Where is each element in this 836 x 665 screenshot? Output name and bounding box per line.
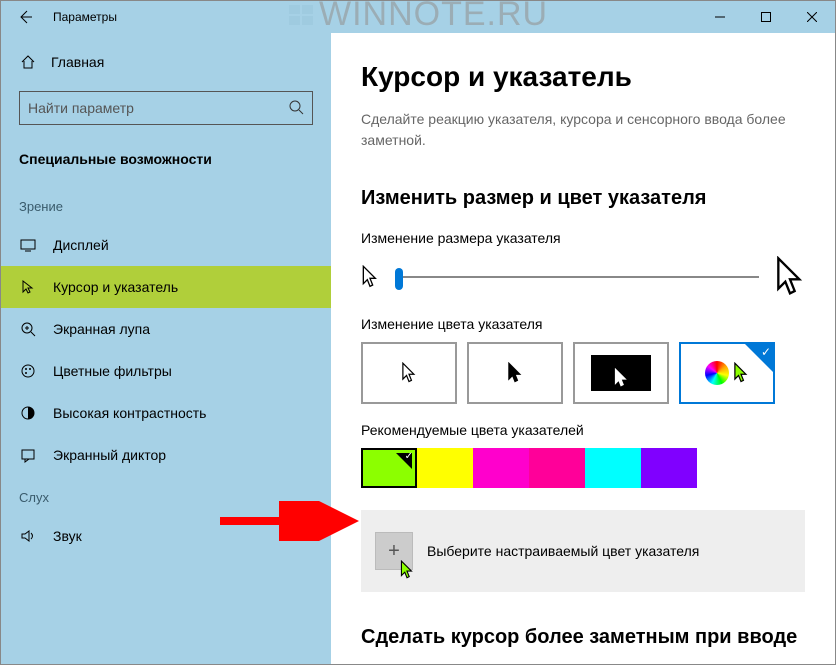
custom-color-row[interactable]: + Выберите настраиваемый цвет указателя xyxy=(361,510,805,592)
pointer-color-white[interactable] xyxy=(361,342,457,404)
recommended-color-swatch[interactable] xyxy=(417,448,473,488)
recommended-color-swatch[interactable] xyxy=(641,448,697,488)
color-label: Изменение цвета указателя xyxy=(361,316,805,332)
slider-thumb[interactable] xyxy=(395,268,403,290)
custom-color-label: Выберите настраиваемый цвет указателя xyxy=(427,543,699,559)
sidebar-item-magnifier[interactable]: Экранная лупа xyxy=(1,308,331,350)
sidebar-item-label: Экранный диктор xyxy=(53,447,166,463)
recommended-color-swatch[interactable] xyxy=(585,448,641,488)
page-description: Сделайте реакцию указателя, курсора и се… xyxy=(361,109,791,151)
pointer-color-black[interactable] xyxy=(467,342,563,404)
sidebar-item-cursor[interactable]: Курсор и указатель xyxy=(1,266,331,308)
pointer-size-slider[interactable] xyxy=(395,276,759,278)
sidebar-item-display[interactable]: Дисплей xyxy=(1,224,331,266)
window-title: Параметры xyxy=(49,10,117,24)
back-button[interactable] xyxy=(1,1,49,33)
recommended-label: Рекомендуемые цвета указателей xyxy=(361,422,805,438)
sidebar-item-narrator[interactable]: Экранный диктор xyxy=(1,434,331,476)
sidebar-item-contrast[interactable]: Высокая контрастность xyxy=(1,392,331,434)
home-nav[interactable]: Главная xyxy=(1,43,331,81)
section-cursor-visible: Сделать курсор более заметным при вводе xyxy=(361,626,805,649)
close-button[interactable] xyxy=(789,1,835,33)
section-title: Специальные возможности xyxy=(1,143,331,185)
colorwheel-icon xyxy=(705,361,729,385)
palette-icon xyxy=(19,362,37,380)
search-icon xyxy=(288,99,304,118)
maximize-button[interactable] xyxy=(743,1,789,33)
home-label: Главная xyxy=(51,54,104,70)
add-custom-color-button[interactable]: + xyxy=(375,532,413,570)
size-label: Изменение размера указателя xyxy=(361,230,805,246)
search-input[interactable]: Найти параметр xyxy=(19,91,313,125)
cursor-large-icon xyxy=(775,256,805,298)
sidebar: Главная Найти параметр Специальные возмо… xyxy=(1,33,331,664)
sidebar-item-label: Дисплей xyxy=(53,237,109,253)
sidebar-item-palette[interactable]: Цветные фильтры xyxy=(1,350,331,392)
pointer-color-inverted[interactable] xyxy=(573,342,669,404)
cursor-small-icon xyxy=(361,265,379,289)
sound-icon xyxy=(19,527,37,545)
cursor-overlay-icon xyxy=(400,560,414,580)
pointer-color-custom[interactable] xyxy=(679,342,775,404)
sidebar-item-label: Звук xyxy=(53,528,82,544)
display-icon xyxy=(19,236,37,254)
sidebar-item-label: Цветные фильтры xyxy=(53,363,172,379)
recommended-color-swatch[interactable] xyxy=(529,448,585,488)
magnifier-icon xyxy=(19,320,37,338)
section-size-color: Изменить размер и цвет указателя xyxy=(361,187,805,210)
sidebar-item-label: Курсор и указатель xyxy=(53,279,178,295)
search-placeholder: Найти параметр xyxy=(28,100,134,116)
check-icon xyxy=(745,344,773,372)
narrator-icon xyxy=(19,446,37,464)
sidebar-item-sound[interactable]: Звук xyxy=(1,515,331,557)
cursor-icon xyxy=(19,278,37,296)
recommended-color-swatch[interactable] xyxy=(473,448,529,488)
content-pane: Курсор и указатель Сделайте реакцию указ… xyxy=(331,33,835,664)
sidebar-item-label: Экранная лупа xyxy=(53,321,150,337)
group-label: Слух xyxy=(1,476,331,515)
recommended-color-swatch[interactable] xyxy=(361,448,417,488)
contrast-icon xyxy=(19,404,37,422)
page-title: Курсор и указатель xyxy=(361,61,805,93)
group-label: Зрение xyxy=(1,185,331,224)
minimize-button[interactable] xyxy=(697,1,743,33)
sidebar-item-label: Высокая контрастность xyxy=(53,405,206,421)
home-icon xyxy=(19,53,37,71)
